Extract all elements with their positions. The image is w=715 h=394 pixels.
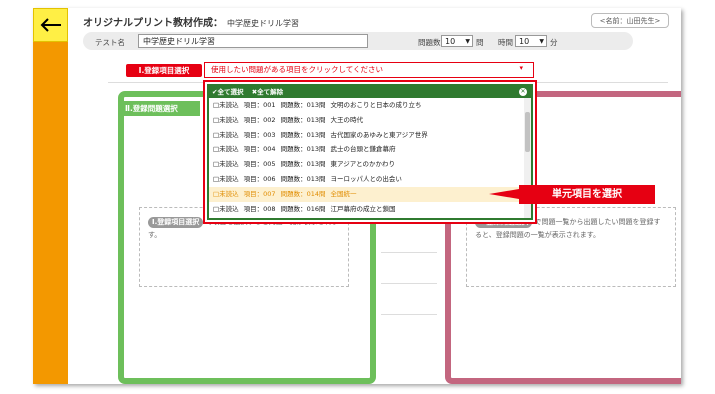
time-select[interactable]: 10 ▼ (515, 35, 547, 47)
time-value: 10 (519, 37, 530, 46)
item-dropdown-list: ✔全て選択 ✖全て解除 ✕ □未読込 項目：001 問題数：013問 文明のおこりと日… (207, 84, 533, 220)
dropdown-item-title: 全国統一 (330, 189, 357, 198)
time-unit: 分 (550, 38, 558, 47)
dropdown-item-title: 武士の台頭と鎌倉幕府 (330, 145, 396, 154)
arrow-left-icon (40, 18, 61, 32)
dropdown-item-item: 項目：005 (243, 160, 276, 169)
dropdown-item[interactable]: □未読込 項目：007 問題数：014問 全国統一 (209, 186, 531, 202)
hint-chip: Ⅰ.登録項目選択 (148, 217, 204, 228)
dropdown-item-item: 項目：003 (243, 130, 276, 139)
dropdown-item-status: □未読込 (213, 115, 239, 124)
dropdown-item[interactable]: □未読込 項目：001 問題数：013問 文明のおこりと日本の成り立ち (209, 98, 531, 113)
step1-placeholder: 使用したい問題がある項目をクリックしてください (211, 65, 384, 74)
dropdown-item-item: 項目：007 (243, 189, 276, 198)
back-button[interactable] (33, 8, 68, 42)
dropdown-item-count: 問題数：013問 (280, 174, 326, 183)
divider (381, 314, 437, 315)
step1-label: Ⅰ.登録項目選択 (126, 64, 202, 77)
scrollbar-thumb[interactable] (525, 112, 530, 152)
dropdown-item-status: □未読込 (213, 189, 239, 198)
test-name-input[interactable]: 中学歴史ドリル学習 (138, 34, 368, 48)
question-count-value: 10 (445, 37, 456, 46)
dropdown-item[interactable]: □未読込 項目：002 問題数：013問 大王の時代 (209, 113, 531, 128)
dropdown-item-count: 問題数：013問 (280, 101, 326, 109)
dropdown-item-title: 江戸幕府の成立と鎖国 (330, 204, 396, 213)
chevron-down-icon: ▼ (465, 38, 470, 45)
dropdown-item-status: □未読込 (213, 160, 239, 169)
app-window: オリジナルプリント教材作成： 中学歴史ドリル学習 <名前：山田先生> テスト名 中… (33, 8, 681, 384)
dropdown-item-count: 問題数：013問 (280, 130, 326, 139)
callout-label: 単元項目を選択 (519, 185, 655, 204)
item-dropdown: ✔全て選択 ✖全て解除 ✕ □未読込 項目：001 問題数：013問 文明のおこりと日… (203, 80, 537, 224)
close-icon[interactable]: ✕ (519, 88, 527, 96)
dropdown-item-item: 項目：004 (243, 145, 276, 154)
dropdown-item-status: □未読込 (213, 174, 239, 183)
question-count-select[interactable]: 10 ▼ (441, 35, 473, 47)
dropdown-item-count: 問題数：013問 (280, 160, 326, 169)
page-title: オリジナルプリント教材作成： 中学歴史ドリル学習 (83, 14, 299, 29)
time-label: 時間 (498, 38, 513, 47)
side-bar (33, 8, 68, 384)
question-count-label: 問題数 (418, 38, 441, 47)
chevron-down-icon: ▾ (519, 64, 523, 72)
test-name-label: テスト名 (95, 38, 125, 47)
dropdown-rows: □未読込 項目：001 問題数：013問 文明のおこりと日本の成り立ち □未読込 項目：0… (209, 98, 531, 216)
dropdown-header: ✔全て選択 ✖全て解除 ✕ (209, 86, 531, 98)
step2-tab: Ⅱ.登録問題選択 (120, 101, 200, 116)
dropdown-item-count: 問題数：013問 (280, 145, 326, 154)
dropdown-item-title: 古代国家のあゆみと東アジア世界 (330, 130, 428, 139)
dropdown-item-item: 項目：008 (243, 204, 276, 213)
divider (381, 283, 437, 284)
dropdown-item-status: □未読込 (213, 145, 239, 154)
dropdown-item[interactable]: □未読込 項目：006 問題数：013問 ヨーロッパ人との出会い (209, 172, 531, 187)
question-count-unit: 問 (476, 38, 484, 47)
settings-bar: テスト名 中学歴史ドリル学習 問題数 10 ▼ 問 時間 10 ▼ 分 (83, 32, 633, 50)
dropdown-item-title: 大王の時代 (330, 115, 364, 124)
deselect-all-button[interactable]: ✖全て解除 (252, 88, 283, 96)
step1-select[interactable]: 使用したい問題がある項目をクリックしてください ▾ (204, 62, 534, 78)
dropdown-item-status: □未読込 (213, 204, 239, 213)
select-all-button[interactable]: ✔全て選択 (212, 88, 243, 96)
dropdown-item-item: 項目：001 (243, 101, 276, 109)
dropdown-item[interactable]: □未読込 項目：003 問題数：013問 古代国家のあゆみと東アジア世界 (209, 128, 531, 143)
page-title-main: オリジナルプリント教材作成： (83, 18, 223, 29)
dropdown-item-item: 項目：002 (243, 115, 276, 124)
dropdown-item-count: 問題数：013問 (280, 115, 326, 124)
dropdown-item-title: ヨーロッパ人との出会い (330, 174, 402, 183)
dropdown-item-title: 東アジアとのかかわり (330, 160, 396, 169)
dropdown-item[interactable]: □未読込 項目：005 問題数：013問 東アジアとのかかわり (209, 157, 531, 172)
chevron-down-icon: ▼ (539, 38, 544, 45)
callout-arrow (489, 189, 519, 199)
dropdown-item-count: 問題数：014問 (280, 189, 326, 198)
divider (381, 252, 437, 253)
page-title-sub: 中学歴史ドリル学習 (227, 19, 299, 28)
dropdown-item-status: □未読込 (213, 130, 239, 139)
main-content: オリジナルプリント教材作成： 中学歴史ドリル学習 <名前：山田先生> テスト名 中… (68, 8, 681, 384)
dropdown-item-count: 問題数：016問 (280, 204, 326, 213)
dropdown-item[interactable]: □未読込 項目：004 問題数：013問 武士の台頭と鎌倉幕府 (209, 142, 531, 157)
dropdown-item[interactable]: □未読込 項目：008 問題数：016問 江戸幕府の成立と鎖国 (209, 202, 531, 217)
dropdown-item-status: □未読込 (213, 101, 239, 109)
dropdown-item-item: 項目：006 (243, 174, 276, 183)
dropdown-item-title: 文明のおこりと日本の成り立ち (330, 101, 422, 109)
user-name-badge: <名前：山田先生> (591, 13, 669, 28)
